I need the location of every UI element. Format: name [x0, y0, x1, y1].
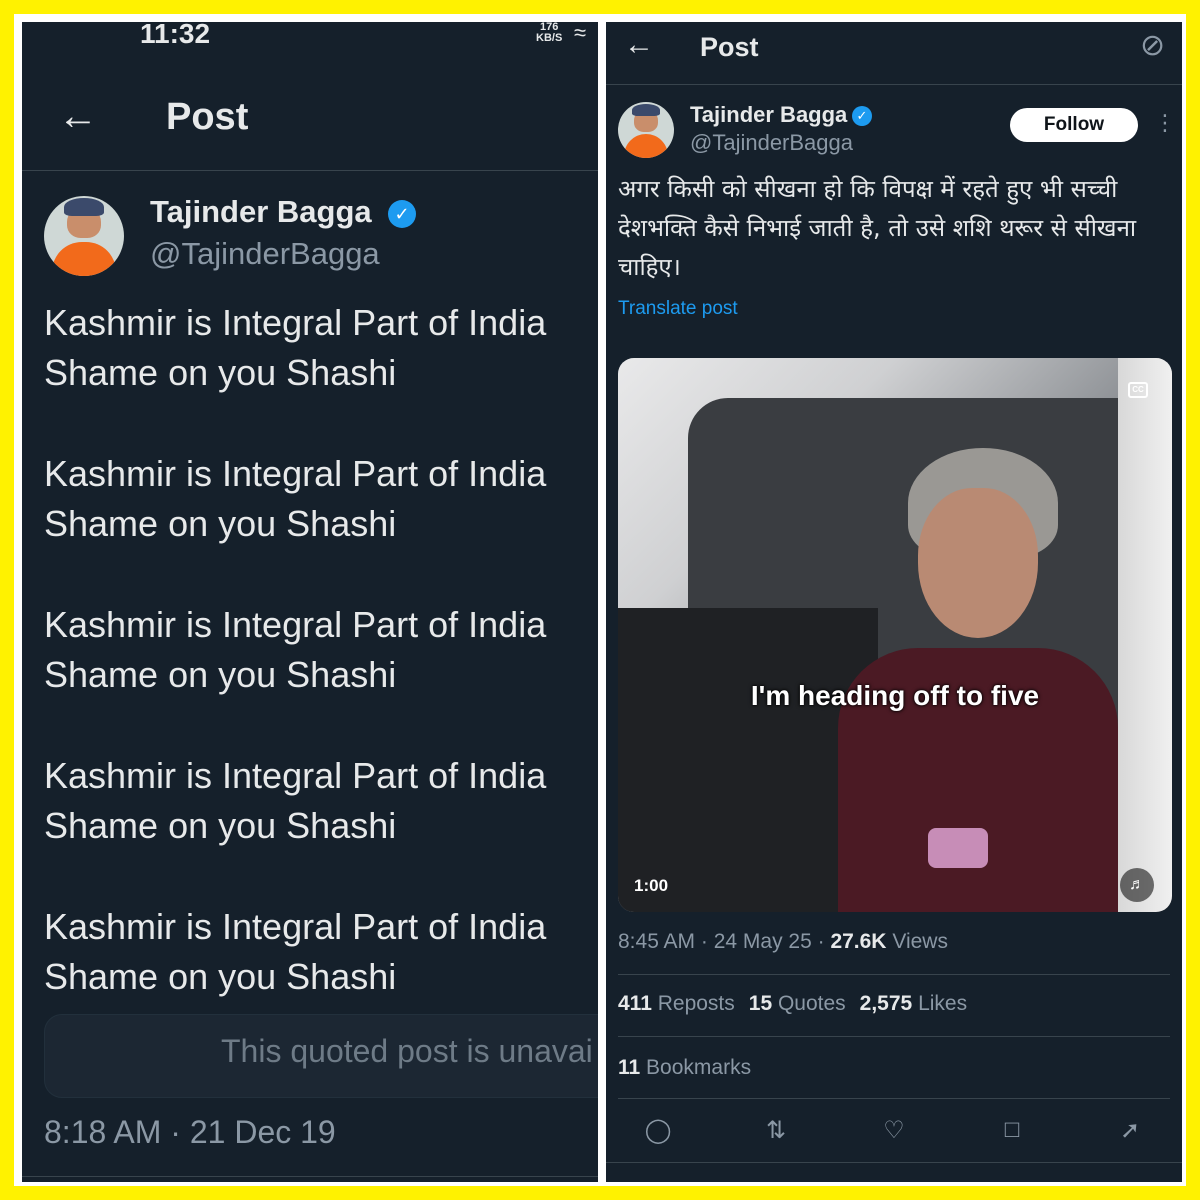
quotes-count: 15 [748, 992, 773, 1015]
status-network-speed: 176 KB/S [536, 22, 562, 44]
post-line: Shame on you Shashi [44, 805, 397, 846]
back-arrow-icon[interactable]: ← [624, 28, 654, 62]
video-duration: 1:00 [634, 876, 669, 895]
avatar-turban [64, 198, 104, 216]
follow-button[interactable]: Follow [1010, 108, 1138, 142]
post-line: Shame on you Shashi [44, 352, 397, 393]
author-name[interactable]: Tajinder Bagga [690, 102, 847, 128]
post-timestamp[interactable]: 8:45 AM · 24 May 25 · [618, 930, 830, 953]
post-meta: 8:45 AM · 24 May 25 · 27.6K Views [618, 930, 948, 954]
header-divider [22, 170, 598, 171]
avatar-shirt [52, 242, 116, 276]
header-divider [606, 84, 1182, 85]
bookmark-icon[interactable]: □ [992, 1116, 1032, 1146]
divider [618, 974, 1170, 975]
likes-stat[interactable]: 2,575 Likes [860, 992, 967, 1015]
video-person-face [918, 488, 1038, 638]
divider [606, 1162, 1182, 1163]
closed-captions-icon[interactable]: CC [1128, 382, 1148, 398]
action-bar: ◯ ⇅ ♡ □ ➚ [618, 1116, 1170, 1146]
post-line: Kashmir is Integral Part of India [44, 453, 547, 494]
volume-icon[interactable]: ♬ [1120, 868, 1154, 902]
right-screenshot: ← Post ⊘ Tajinder Bagga ✓ @TajinderBagga… [606, 22, 1182, 1182]
video-player[interactable]: I'm heading off to five CC 1:00 ♬ [618, 358, 1172, 912]
post-stats: 411 Reposts 15 Quotes 2,575 Likes [618, 992, 967, 1016]
share-icon[interactable]: ➚ [1110, 1116, 1150, 1146]
avatar-shirt [624, 134, 668, 158]
status-time: 11:32 [140, 22, 211, 49]
back-arrow-icon[interactable]: ← [58, 94, 98, 139]
reposts-label: Reposts [651, 992, 735, 1015]
post-line: Kashmir is Integral Part of India [44, 906, 547, 947]
post-line: Shame on you Shashi [44, 503, 397, 544]
author-name[interactable]: Tajinder Bagga [150, 194, 372, 230]
post-paragraph: Kashmir is Integral Part of India Shame … [44, 298, 598, 398]
status-speed-unit: KB/S [536, 32, 563, 44]
verified-badge-icon: ✓ [388, 200, 416, 228]
post-body: अगर किसी को सीखना हो कि विपक्ष में रहते … [618, 175, 1137, 281]
post-line: Shame on you Shashi [44, 654, 397, 695]
heart-icon[interactable]: ♡ [874, 1116, 914, 1146]
divider [618, 1036, 1170, 1037]
views-count: 27.6K [830, 930, 887, 953]
video-subtitle: I'm heading off to five [750, 680, 1040, 711]
verified-badge-icon: ✓ [852, 106, 872, 126]
post-paragraph: Kashmir is Integral Part of India Shame … [44, 902, 598, 1002]
video-person-pocket-square [928, 828, 988, 868]
post-line: Shame on you Shashi [44, 956, 397, 997]
video-car-door [1118, 358, 1172, 912]
reposts-stat[interactable]: 411 Reposts [618, 992, 735, 1015]
wifi-icon: ≈ [574, 22, 587, 45]
quoted-post-text: This quoted post is unavai [221, 1033, 593, 1069]
reposts-count: 411 [618, 992, 652, 1015]
bookmarks-stat[interactable]: 11 Bookmarks [618, 1056, 751, 1080]
views-label: Views [886, 930, 948, 953]
post-timestamp[interactable]: 8:18 AM · 21 Dec 19 [44, 1114, 336, 1151]
post-paragraph: Kashmir is Integral Part of India Shame … [44, 751, 598, 851]
post-body: Kashmir is Integral Part of India Shame … [44, 298, 598, 1053]
page-title: Post [700, 32, 759, 62]
post-paragraph: Kashmir is Integral Part of India Shame … [44, 449, 598, 549]
repost-icon[interactable]: ⇅ [756, 1116, 796, 1146]
grok-icon[interactable]: ⊘ [1140, 28, 1165, 63]
author-handle[interactable]: @TajinderBagga [150, 236, 380, 272]
author-handle[interactable]: @TajinderBagga [690, 130, 853, 156]
divider [618, 1098, 1170, 1099]
page-title: Post [166, 96, 249, 138]
quotes-stat[interactable]: 15 Quotes [749, 992, 846, 1015]
bookmarks-count: 11 [618, 1056, 641, 1079]
divider [22, 1176, 598, 1177]
reply-icon[interactable]: ◯ [638, 1116, 678, 1146]
translate-post-link[interactable]: Translate post [618, 298, 738, 320]
likes-label: Likes [912, 992, 968, 1015]
post-line: Kashmir is Integral Part of India [44, 302, 547, 343]
avatar[interactable] [618, 102, 674, 158]
bookmarks-label: Bookmarks [640, 1056, 752, 1079]
likes-count: 2,575 [859, 992, 913, 1015]
post-line: Kashmir is Integral Part of India [44, 755, 547, 796]
quotes-label: Quotes [772, 992, 846, 1015]
avatar[interactable] [44, 196, 124, 276]
post-paragraph: Kashmir is Integral Part of India Shame … [44, 600, 598, 700]
quoted-post-unavailable[interactable]: This quoted post is unavai [44, 1014, 598, 1098]
avatar-turban [632, 104, 660, 116]
more-options-icon[interactable]: ⋮ [1154, 110, 1176, 136]
left-screenshot: 11:32 176 KB/S ≈ ← Post Tajinder Bagga ✓… [22, 22, 598, 1182]
post-line: Kashmir is Integral Part of India [44, 604, 547, 645]
